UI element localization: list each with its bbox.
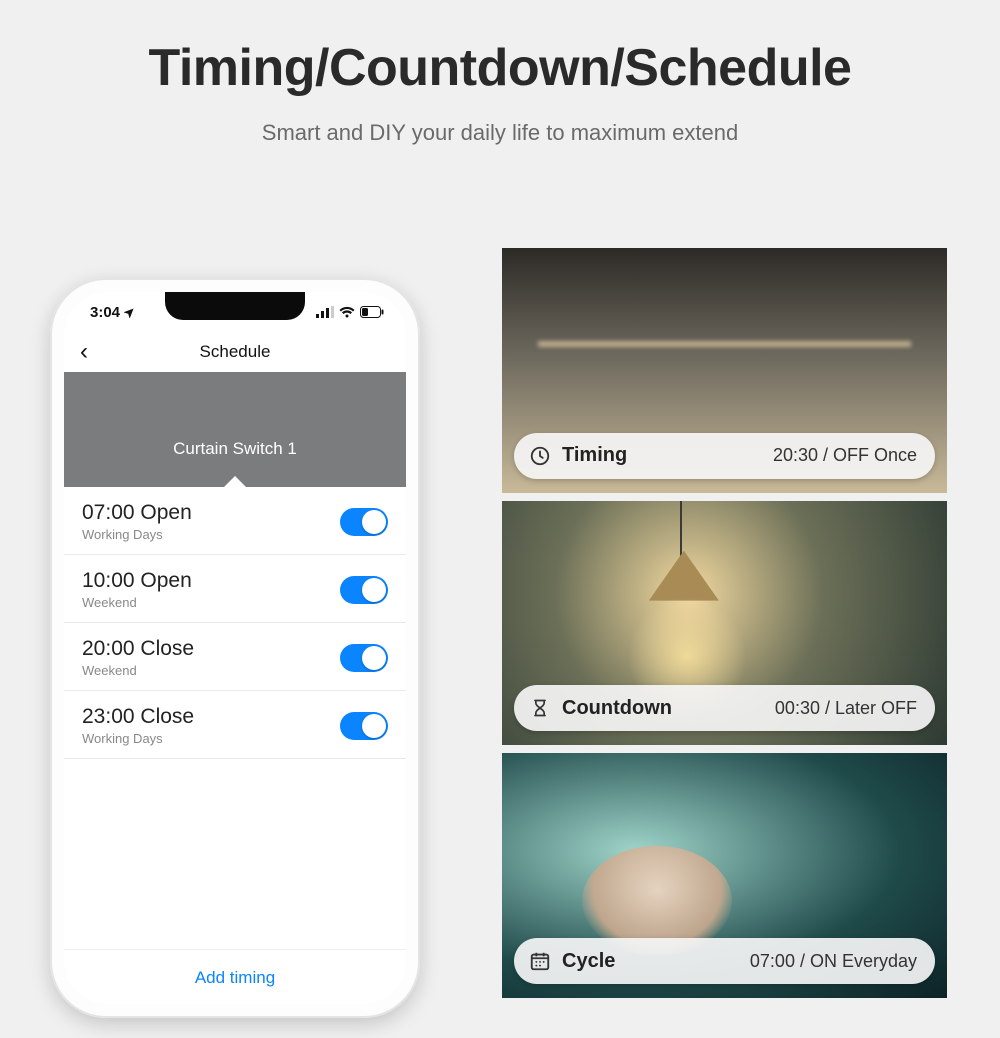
device-name: Curtain Switch 1 [173, 439, 297, 459]
schedule-toggle[interactable] [340, 712, 388, 740]
tile-pill: Timing 20:30 / OFF Once [514, 433, 935, 479]
schedule-row[interactable]: 10:00 Open Weekend [64, 555, 406, 623]
calendar-icon [528, 950, 552, 972]
location-icon [124, 306, 136, 318]
tile-value: 00:30 / Later OFF [775, 698, 917, 719]
tile-timing: Timing 20:30 / OFF Once [502, 248, 947, 493]
tile-cycle: Cycle 07:00 / ON Everyday [502, 753, 947, 998]
tile-countdown: Countdown 00:30 / Later OFF [502, 501, 947, 746]
schedule-row[interactable]: 23:00 Close Working Days [64, 691, 406, 759]
phone-mockup: 3:04 ‹ Schedule Curtain Switch 1 [50, 278, 420, 1018]
signal-icon [316, 306, 334, 318]
nav-title: Schedule [200, 342, 271, 362]
tile-value: 07:00 / ON Everyday [750, 951, 917, 972]
schedule-toggle[interactable] [340, 508, 388, 536]
tile-label: Cycle [562, 950, 615, 973]
subheadline: Smart and DIY your daily life to maximum… [0, 120, 1000, 146]
device-header: Curtain Switch 1 [64, 372, 406, 487]
battery-icon [360, 306, 384, 318]
status-time: 3:04 [90, 304, 120, 321]
headline: Timing/Countdown/Schedule [0, 38, 1000, 98]
tile-pill: Cycle 07:00 / ON Everyday [514, 938, 935, 984]
phone-notch [165, 292, 305, 320]
hourglass-icon [528, 697, 552, 719]
tile-label: Timing [562, 444, 627, 467]
add-timing-button[interactable]: Add timing [64, 949, 406, 988]
schedule-list: 07:00 Open Working Days 10:00 Open Weeke… [64, 487, 406, 759]
tile-value: 20:30 / OFF Once [773, 445, 917, 466]
wifi-icon [339, 306, 355, 318]
schedule-toggle[interactable] [340, 576, 388, 604]
tile-pill: Countdown 00:30 / Later OFF [514, 685, 935, 731]
schedule-row[interactable]: 07:00 Open Working Days [64, 487, 406, 555]
schedule-toggle[interactable] [340, 644, 388, 672]
tile-label: Countdown [562, 697, 672, 720]
clock-icon [528, 445, 552, 467]
back-button[interactable]: ‹ [80, 340, 88, 364]
schedule-row[interactable]: 20:00 Close Weekend [64, 623, 406, 691]
nav-bar: ‹ Schedule [64, 332, 406, 372]
